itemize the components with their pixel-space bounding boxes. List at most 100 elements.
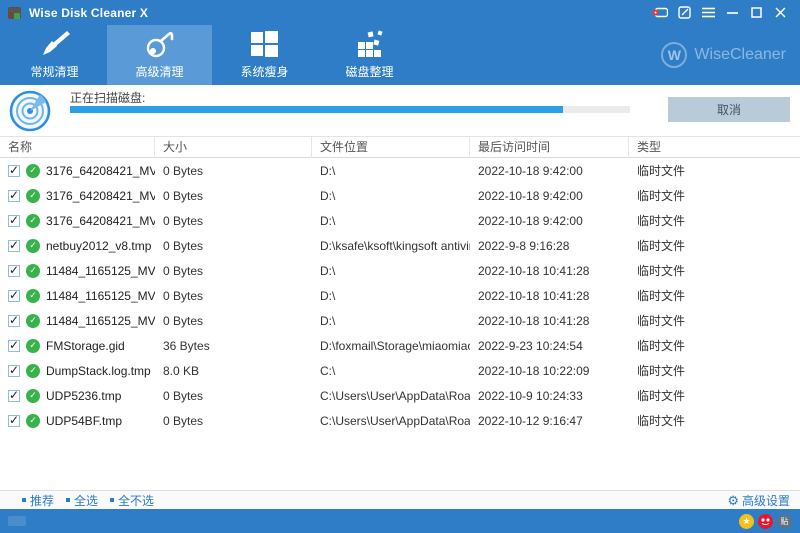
wisecleaner-logo-mark: W xyxy=(661,42,687,68)
file-type: 临时文件 xyxy=(629,212,800,229)
row-checkbox[interactable] xyxy=(8,190,20,202)
row-checkbox[interactable] xyxy=(8,215,20,227)
share-qzone-icon[interactable]: ★ xyxy=(739,514,754,529)
row-checkbox[interactable] xyxy=(8,340,20,352)
last-access-time: 2022-9-8 9:16:28 xyxy=(470,239,629,253)
minimize-icon[interactable] xyxy=(720,2,744,24)
wisecleaner-logo-text: WiseCleaner xyxy=(694,46,786,64)
safe-check-icon: ✓ xyxy=(26,189,40,203)
safe-check-icon: ✓ xyxy=(26,389,40,403)
last-access-time: 2022-10-18 10:22:09 xyxy=(470,364,629,378)
bullet-icon xyxy=(22,498,26,502)
safe-check-icon: ✓ xyxy=(26,314,40,328)
edit-icon[interactable] xyxy=(672,2,696,24)
file-type: 临时文件 xyxy=(629,187,800,204)
safe-check-icon: ✓ xyxy=(26,214,40,228)
wisecleaner-logo: W WiseCleaner xyxy=(661,25,786,85)
file-type: 临时文件 xyxy=(629,362,800,379)
row-checkbox[interactable] xyxy=(8,315,20,327)
table-row[interactable]: ✓UDP5236.tmp0 BytesC:\Users\User\AppData… xyxy=(0,383,800,408)
wise-disk-cleaner-window: Wise Disk Cleaner X 常规清理 xyxy=(0,0,800,533)
row-checkbox[interactable] xyxy=(8,365,20,377)
tab-disk-defrag[interactable]: 磁盘整理 xyxy=(317,25,422,85)
row-checkbox[interactable] xyxy=(8,265,20,277)
last-access-time: 2022-9-23 10:24:54 xyxy=(470,339,629,353)
table-row[interactable]: ✓3176_64208421_MVM_4.t...0 BytesD:\2022-… xyxy=(0,183,800,208)
table-row[interactable]: ✓FMStorage.gid36 BytesD:\foxmail\Storage… xyxy=(0,333,800,358)
column-header-3[interactable]: 最后访问时间 xyxy=(470,137,629,158)
file-name: FMStorage.gid xyxy=(46,339,125,353)
last-access-time: 2022-10-18 10:41:28 xyxy=(470,289,629,303)
row-checkbox[interactable] xyxy=(8,290,20,302)
file-location: D:\ xyxy=(312,189,470,203)
select-none-link[interactable]: 全不选 xyxy=(110,492,154,509)
file-name: 11484_1165125_MVM_3.t... xyxy=(46,264,155,278)
close-icon[interactable] xyxy=(768,2,792,24)
file-name: 3176_64208421_MVM_3.t... xyxy=(46,164,155,178)
radar-scan-icon xyxy=(9,90,51,137)
column-header-2[interactable]: 文件位置 xyxy=(312,137,470,158)
table-row[interactable]: ✓11484_1165125_MVM_4.t...0 BytesD:\2022-… xyxy=(0,283,800,308)
file-location: D:\ xyxy=(312,164,470,178)
file-type: 临时文件 xyxy=(629,237,800,254)
table-row[interactable]: ✓DumpStack.log.tmp8.0 KBC:\2022-10-18 10… xyxy=(0,358,800,383)
share-weibo-icon[interactable] xyxy=(758,514,773,529)
file-size: 0 Bytes xyxy=(155,264,312,278)
status-bar: ★ 贴 xyxy=(0,509,800,533)
file-size: 0 Bytes xyxy=(155,189,312,203)
file-size: 0 Bytes xyxy=(155,214,312,228)
column-header-4[interactable]: 类型 xyxy=(629,137,800,158)
file-location: D:\ xyxy=(312,264,470,278)
table-row[interactable]: ✓netbuy2012_v8.tmp0 BytesD:\ksafe\ksoft\… xyxy=(0,233,800,258)
advanced-settings-label: 高级设置 xyxy=(742,492,790,509)
advanced-settings-link[interactable]: ⚙ 高级设置 xyxy=(727,492,790,509)
last-access-time: 2022-10-18 10:41:28 xyxy=(470,264,629,278)
table-row[interactable]: ✓3176_64208421_MVM_3.t...0 BytesD:\2022-… xyxy=(0,158,800,183)
feedback-icon[interactable] xyxy=(648,2,672,24)
file-name: DumpStack.log.tmp xyxy=(46,364,151,378)
table-header: 名称大小文件位置最后访问时间类型 xyxy=(0,137,800,158)
tab-system-slim[interactable]: 系统瘦身 xyxy=(212,25,317,85)
maximize-icon[interactable] xyxy=(744,2,768,24)
file-name: UDP5236.tmp xyxy=(46,389,121,403)
table-row[interactable]: ✓11484_1165125_MVM_6.t...0 BytesD:\2022-… xyxy=(0,308,800,333)
select-recommended-link[interactable]: 推荐 xyxy=(22,492,54,509)
file-size: 0 Bytes xyxy=(155,414,312,428)
cancel-button[interactable]: 取消 xyxy=(668,97,790,122)
gear-icon: ⚙ xyxy=(727,494,739,507)
file-name: 3176_64208421_MVM_6.t... xyxy=(46,214,155,228)
file-name: 11484_1165125_MVM_4.t... xyxy=(46,289,155,303)
last-access-time: 2022-10-18 10:41:28 xyxy=(470,314,629,328)
table-row[interactable]: ✓ 11484_1165125_MVM_3.t...0 BytesD:\2022-… xyxy=(0,258,800,283)
scan-progress-bar xyxy=(70,106,630,113)
file-name: 11484_1165125_MVM_6.t... xyxy=(46,314,155,328)
file-location: D:\foxmail\Storage\miaomiao@... xyxy=(312,339,470,353)
tab-advanced-clean[interactable]: 高级清理 xyxy=(107,25,212,85)
row-checkbox[interactable] xyxy=(8,165,20,177)
bullet-icon xyxy=(66,498,70,502)
scan-section: 正在扫描磁盘: 取消 xyxy=(0,85,800,137)
share-tieba-icon[interactable]: 贴 xyxy=(777,514,792,529)
file-size: 0 Bytes xyxy=(155,164,312,178)
row-checkbox[interactable] xyxy=(8,240,20,252)
file-type: 临时文件 xyxy=(629,312,800,329)
file-size: 0 Bytes xyxy=(155,289,312,303)
file-type: 临时文件 xyxy=(629,337,800,354)
tab-label: 常规清理 xyxy=(30,63,78,80)
file-type: 临时文件 xyxy=(629,262,800,279)
menu-icon[interactable] xyxy=(696,2,720,24)
tab-common-clean[interactable]: 常规清理 xyxy=(2,25,107,85)
footer-toolbar: 推荐 全选 全不选 ⚙ 高级设置 xyxy=(0,490,800,509)
table-row[interactable]: ✓3176_64208421_MVM_6.t...0 BytesD:\2022-… xyxy=(0,208,800,233)
tab-label: 高级清理 xyxy=(135,63,183,80)
row-checkbox[interactable] xyxy=(8,390,20,402)
table-row[interactable]: ✓UDP54BF.tmp0 BytesC:\Users\User\AppData… xyxy=(0,408,800,433)
column-header-1[interactable]: 大小 xyxy=(155,137,312,158)
select-all-link[interactable]: 全选 xyxy=(66,492,98,509)
row-checkbox[interactable] xyxy=(8,415,20,427)
column-header-0[interactable]: 名称 xyxy=(0,137,155,158)
bullet-icon xyxy=(110,498,114,502)
file-location: C:\ xyxy=(312,364,470,378)
safe-check-icon: ✓ xyxy=(26,264,40,278)
file-type: 临时文件 xyxy=(629,162,800,179)
